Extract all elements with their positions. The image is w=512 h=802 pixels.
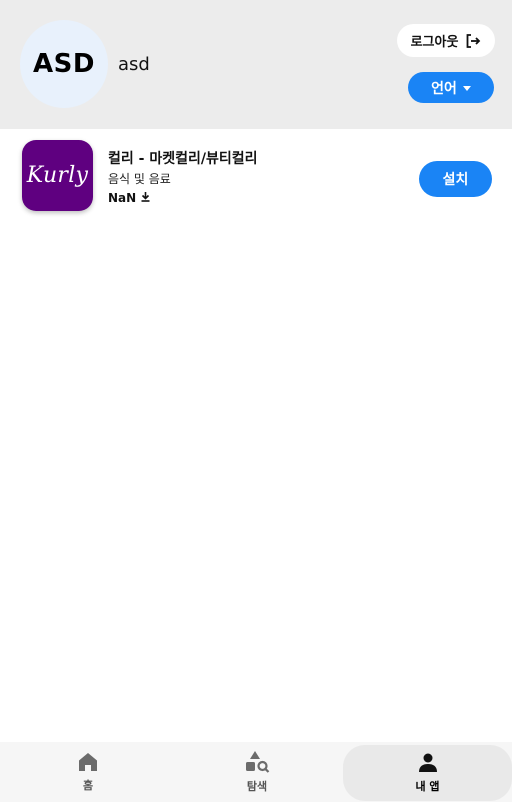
kurly-logo: Kurly — [26, 163, 89, 188]
profile-header: ASD asd 로그아웃 언어 — [0, 0, 512, 129]
install-button[interactable]: 설치 — [419, 161, 492, 197]
nav-my-apps-label: 내 앱 — [415, 780, 440, 793]
app-title: 컬리 - 마켓컬리/뷰티컬리 — [108, 151, 258, 167]
avatar: ASD — [20, 20, 108, 108]
logout-label: 로그아웃 — [410, 35, 459, 50]
download-icon — [140, 191, 151, 205]
shapes-search-icon — [244, 750, 270, 774]
language-dropdown[interactable]: 언어 — [408, 72, 494, 103]
caret-down-icon — [462, 86, 471, 91]
app-downloads: NaN — [108, 191, 151, 205]
app-icon: Kurly — [22, 140, 93, 211]
nav-explore-label: 탐색 — [246, 780, 268, 793]
nav-explore[interactable]: 탐색 — [171, 742, 343, 802]
nav-my-apps[interactable]: 내 앱 — [343, 745, 512, 801]
person-icon — [417, 752, 439, 774]
bottom-navigation: 홈 탐색 내 앱 — [0, 742, 512, 802]
download-count: NaN — [108, 191, 137, 205]
logout-button[interactable]: 로그아웃 — [397, 24, 495, 57]
language-label: 언어 — [431, 80, 457, 97]
app-category: 음식 및 음료 — [108, 172, 171, 186]
logout-icon — [465, 33, 481, 49]
home-icon — [77, 751, 99, 773]
list-item[interactable]: Kurly 컬리 - 마켓컬리/뷰티컬리 음식 및 음료 NaN 설치 — [0, 129, 512, 229]
nav-home-label: 홈 — [82, 779, 94, 792]
nav-home[interactable]: 홈 — [0, 742, 176, 802]
username: asd — [118, 54, 150, 75]
